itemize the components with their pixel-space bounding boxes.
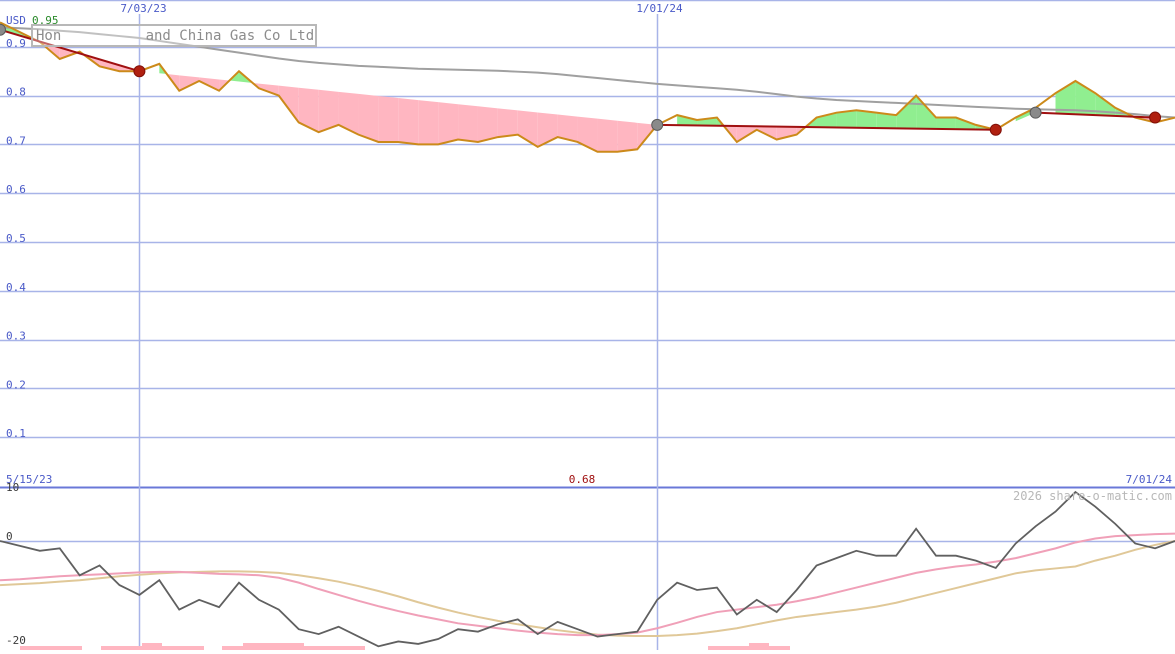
y-tick-label: 0.3 [6,330,26,343]
trough-marker [1149,111,1162,124]
y-tick-label: 0.1 [6,427,26,440]
y-tick-label: 0.2 [6,378,26,391]
deviation-area [936,117,956,130]
volume-bar [243,643,304,650]
y-tick-label: 0.8 [6,86,26,99]
period-low-label: 0.68 [569,473,596,486]
background [0,0,1175,650]
chart-stage: 0.1 0.2 0.3 0.4 0.5 0.6 0.7 0.8 0.9 USD 0.95 7/03/2… [0,0,1175,650]
y-tick-label: 0.5 [6,232,26,245]
osc-tick-label: 10 [6,481,19,494]
period-end-label: 7/01/24 [1126,473,1173,486]
deviation-area [438,102,459,145]
currency-label: USD [6,14,26,27]
grid [0,0,1175,650]
y-tick-label: 0.6 [6,183,26,196]
deviation-area [597,118,618,152]
deviation-area [477,106,498,142]
x-tick-label: 7/03/23 [120,2,166,15]
osc-tick-label: 0 [6,530,13,543]
osc-tick-label: -20 [6,634,26,647]
trough-marker [989,123,1002,136]
deviation-area [617,120,638,152]
y-tick-label: 0.4 [6,281,26,294]
peak-marker [1029,106,1042,119]
deviation-area [378,95,399,142]
price-chart: 0.10.20.30.40.50.60.70.80.9USD 0.957/03/2… [0,0,1175,650]
peak-marker [651,118,664,131]
trough-marker [133,65,146,78]
volume-bar [749,643,769,650]
chart-title: Hon and China Gas Co Ltd [36,28,315,44]
deviation-area [418,100,439,145]
deviation-area [497,108,518,138]
y-tick-label: 0.9 [6,37,26,50]
deviation-area [398,98,419,145]
y-tick-label: 0.7 [6,134,26,147]
volume-bar [142,643,162,650]
volume-bar [20,646,82,650]
watermark: 2026 share-o-matic.com [1013,489,1172,503]
x-tick-label: 1/01/24 [636,2,683,15]
deviation-area [458,104,478,142]
